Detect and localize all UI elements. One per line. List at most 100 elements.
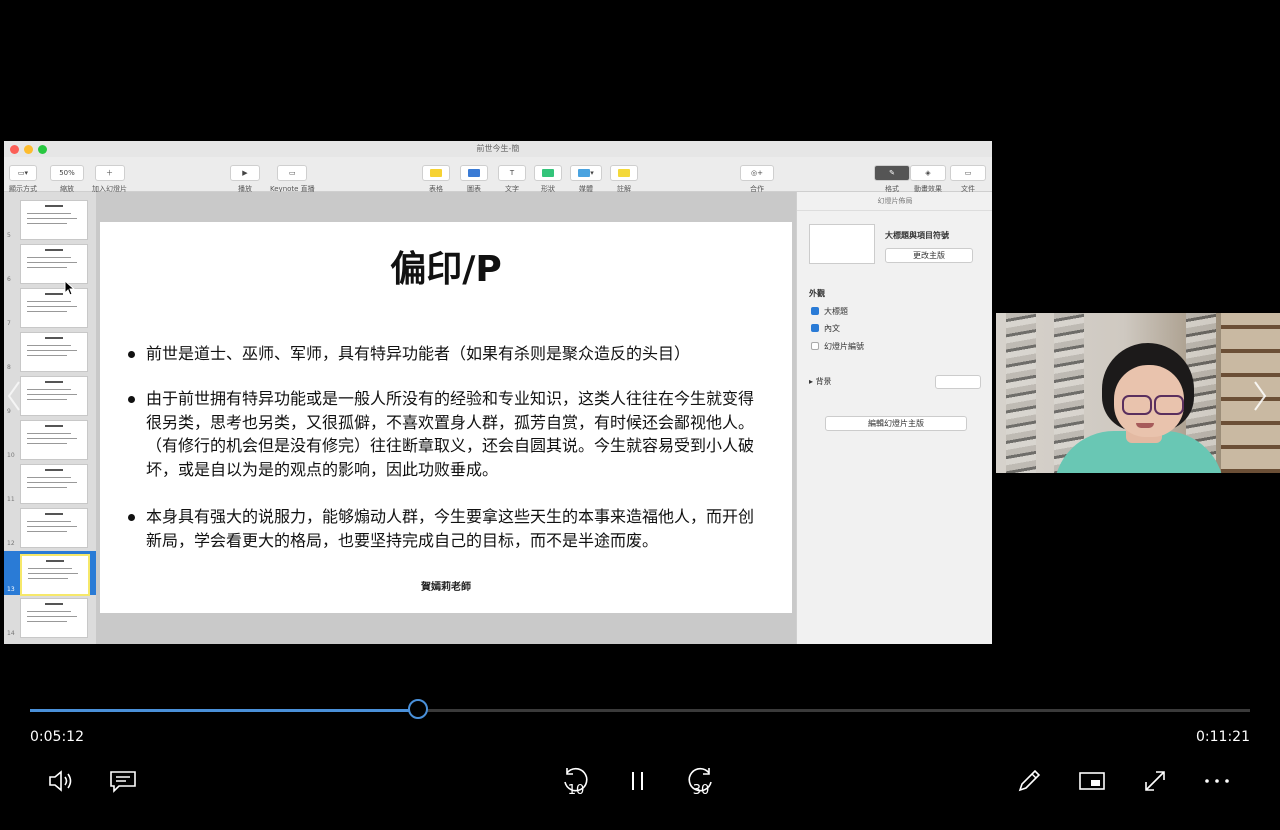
slide-thumbnail xyxy=(20,332,88,372)
slide-thumbnail xyxy=(20,464,88,504)
slide-number: 13 xyxy=(7,586,15,593)
slide-number: 14 xyxy=(7,630,15,637)
edit-button[interactable] xyxy=(1012,764,1046,798)
next-arrow-icon[interactable] xyxy=(1252,380,1268,412)
format-inspector: 幻燈片佈局 大標題與項目符號 更改主版 外觀 大標題 內文 幻燈片編號 ▸ 背景… xyxy=(796,192,992,644)
seek-bar-progress xyxy=(30,709,418,712)
slide-navigator: 5 6 7 8 9 10 11 12 13 14 xyxy=(4,192,96,644)
previous-arrow-icon[interactable] xyxy=(6,380,22,412)
seek-bar-thumb[interactable] xyxy=(408,699,428,719)
slide-thumbnail xyxy=(20,244,88,284)
format-icon: ✎ xyxy=(874,165,910,181)
play-icon: ▶ xyxy=(230,165,260,181)
more-options-button[interactable] xyxy=(1200,764,1234,798)
add-slide-button: ＋加入幻燈片 xyxy=(92,160,127,194)
body-option-label: 內文 xyxy=(824,324,840,333)
text-button: T 文字 xyxy=(498,160,526,194)
mouse-cursor-icon xyxy=(64,280,76,296)
fullscreen-icon xyxy=(1145,771,1165,791)
more-icon xyxy=(1205,779,1229,783)
svg-text:30: 30 xyxy=(693,783,710,798)
background-label: ▸ 背景 xyxy=(809,377,832,386)
miniplayer-button[interactable] xyxy=(1075,764,1109,798)
slide-thumbnail xyxy=(20,288,88,328)
volume-button[interactable] xyxy=(44,764,78,798)
view-button: ▭▾ 顯示方式 xyxy=(9,160,37,194)
table-icon xyxy=(430,169,442,177)
shape-icon xyxy=(542,169,554,177)
slide-number: 8 xyxy=(7,364,11,371)
volume-icon xyxy=(49,770,72,792)
rewind-button[interactable]: 10 xyxy=(558,764,592,798)
chart-icon xyxy=(468,169,480,177)
forward-icon: 30 xyxy=(688,767,712,798)
pause-button[interactable] xyxy=(621,764,655,798)
chart-button: 圖表 xyxy=(460,160,488,194)
slide-number: 7 xyxy=(7,320,11,327)
zoom-button: 50% 縮放 xyxy=(50,160,84,194)
layout-thumbnail xyxy=(809,224,875,264)
seek-bar[interactable] xyxy=(30,709,1250,712)
slide-title: 偏印/P xyxy=(390,249,502,290)
layout-name: 大標題與項目符號 xyxy=(885,231,949,240)
body-checkbox xyxy=(811,324,819,332)
slide-thumbnail xyxy=(20,420,88,460)
slide-number-option-label: 幻燈片編號 xyxy=(824,342,864,351)
pen-icon xyxy=(1018,769,1041,792)
slide-thumbnail xyxy=(20,598,88,638)
fullscreen-button[interactable] xyxy=(1138,764,1172,798)
text-icon: T xyxy=(498,165,526,181)
current-slide: 偏印/P 前世是道士、巫师、军师，具有特异功能者（如果有杀则是聚众造反的头目） … xyxy=(100,222,792,613)
slide-number: 10 xyxy=(7,452,15,459)
shape-button: 形狀 xyxy=(534,160,562,194)
appearance-label: 外觀 xyxy=(809,289,825,298)
table-button: 表格 xyxy=(422,160,450,194)
animate-icon: ◈ xyxy=(910,165,946,181)
window-title: 前世今生-簡 xyxy=(476,144,520,153)
play-button: ▶ 播放 xyxy=(230,160,260,194)
format-button: ✎ 格式 xyxy=(874,160,910,194)
keynote-window: 前世今生-簡 ▭▾ 顯示方式 50% 縮放 ＋加入幻燈片 ▶ 播放 ▭ Keynote … xyxy=(4,141,992,644)
slide-thumbnail-selected xyxy=(20,554,90,596)
change-master-button: 更改主版 xyxy=(885,248,973,263)
comment-icon xyxy=(618,169,630,177)
window-titlebar: 前世今生-簡 xyxy=(4,141,992,157)
rewind-icon: 10 xyxy=(564,767,588,798)
inspector-header: 幻燈片佈局 xyxy=(797,192,992,211)
svg-text:10: 10 xyxy=(568,783,585,798)
slide-thumbnail xyxy=(20,376,88,416)
collaborate-button: ◎+ 合作 xyxy=(740,160,774,194)
slide-thumbnail xyxy=(20,508,88,548)
title-option-label: 大標題 xyxy=(824,307,848,316)
slide-thumbnail xyxy=(20,200,88,240)
comment-button: 註解 xyxy=(610,160,638,194)
edit-master-button: 編輯幻燈片主版 xyxy=(825,416,967,431)
slide-number: 11 xyxy=(7,496,15,503)
slide-number: 6 xyxy=(7,276,11,283)
slide-number: 12 xyxy=(7,540,15,547)
document-button: ▭ 文件 xyxy=(950,160,986,194)
slide-bullet: 前世是道士、巫师、军师，具有特异功能者（如果有杀则是聚众造反的头目） xyxy=(128,342,758,366)
total-time: 0:11:21 xyxy=(1196,729,1250,745)
background-color-well xyxy=(935,375,981,389)
presenter-video xyxy=(996,313,1280,473)
captions-button[interactable] xyxy=(106,764,140,798)
slide-bullet: 由于前世拥有特异功能或是一般人所没有的经验和专业知识，这类人往往在今生就变得很另… xyxy=(128,387,758,481)
current-time: 0:05:12 xyxy=(30,729,84,745)
media-button: ▾ 媒體 xyxy=(570,160,602,194)
media-icon xyxy=(578,169,591,177)
slide-number: 5 xyxy=(7,232,11,239)
captions-icon xyxy=(110,771,136,793)
slide-number-checkbox xyxy=(811,342,819,350)
document-icon: ▭ xyxy=(950,165,986,181)
pause-icon xyxy=(632,772,643,790)
slide-footer: 賀嫣莉老師 xyxy=(421,582,471,593)
title-checkbox xyxy=(811,307,819,315)
keynote-live-button: ▭ Keynote 直播 xyxy=(270,160,315,194)
miniplayer-icon xyxy=(1079,772,1105,790)
slide-bullet: 本身具有强大的说服力，能够煽动人群，今生要拿这些天生的本事来造福他人，而开创新局… xyxy=(128,505,758,552)
forward-button[interactable]: 30 xyxy=(684,764,718,798)
keynote-toolbar: ▭▾ 顯示方式 50% 縮放 ＋加入幻燈片 ▶ 播放 ▭ Keynote 直播 表格 圖… xyxy=(4,157,992,194)
slide-canvas: 偏印/P 前世是道士、巫师、军师，具有特异功能者（如果有杀则是聚众造反的头目） … xyxy=(96,192,796,644)
bookshelf xyxy=(1221,313,1280,473)
